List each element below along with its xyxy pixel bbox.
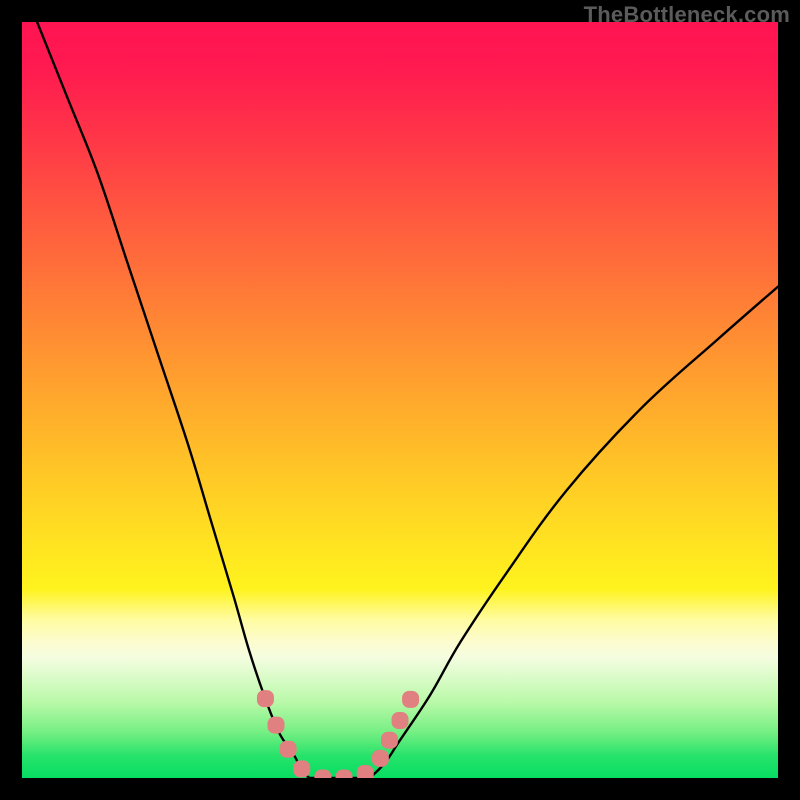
marker-dot <box>336 770 353 779</box>
marker-dot <box>372 750 389 767</box>
marker-dot <box>392 712 409 729</box>
marker-dot <box>357 765 374 778</box>
marker-dot <box>257 690 274 707</box>
right-curve <box>370 287 778 778</box>
marker-dot <box>381 732 398 749</box>
marker-group <box>257 690 419 778</box>
marker-dot <box>280 741 297 758</box>
chart-frame: TheBottleneck.com <box>0 0 800 800</box>
left-curve <box>37 22 309 778</box>
marker-dot <box>402 691 419 708</box>
marker-dot <box>293 760 310 777</box>
marker-dot <box>268 717 285 734</box>
chart-svg <box>22 22 778 778</box>
watermark-text: TheBottleneck.com <box>584 2 790 28</box>
marker-dot <box>314 770 331 779</box>
plot-area <box>22 22 778 778</box>
